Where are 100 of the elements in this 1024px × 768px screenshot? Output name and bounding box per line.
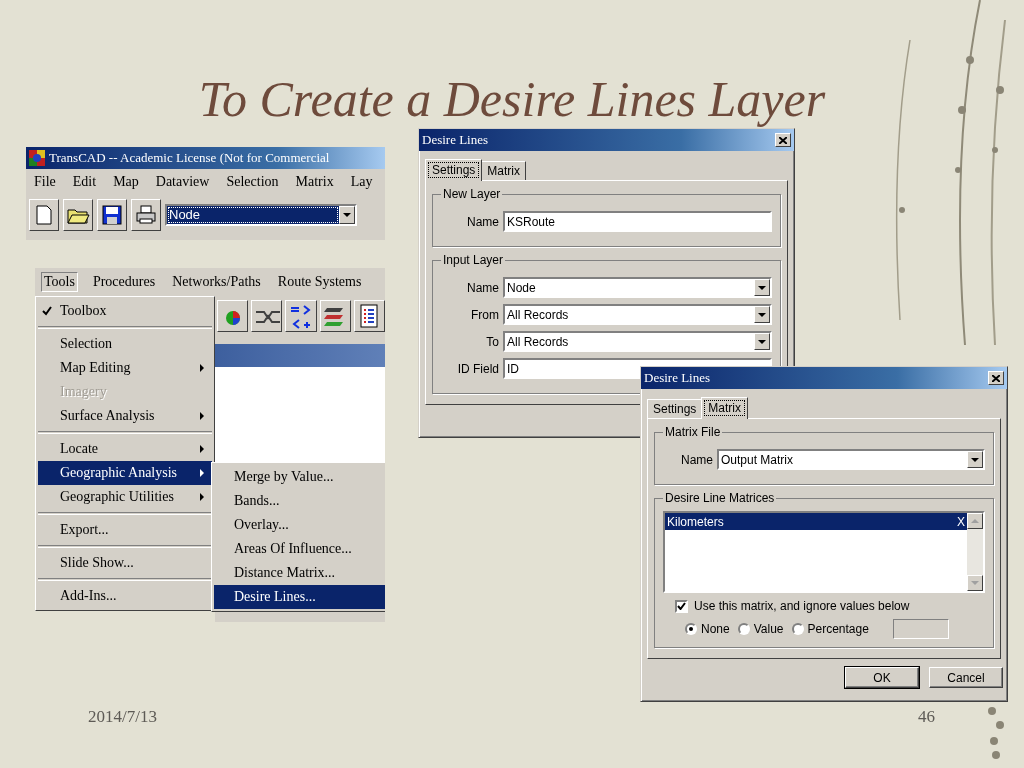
dropdown-field[interactable]: All Records — [503, 331, 772, 352]
dropdown-button[interactable] — [754, 279, 770, 296]
field-label: ID Field — [456, 361, 499, 376]
caret-icon — [971, 457, 979, 462]
toolbar-button[interactable] — [217, 300, 249, 332]
scroll-down-button[interactable] — [967, 575, 983, 591]
menu-item[interactable]: Route Systems — [275, 273, 364, 291]
menu-item[interactable]: Slide Show... — [38, 551, 212, 575]
list-item[interactable]: Kilometers X — [665, 513, 967, 530]
field-label: To — [485, 334, 499, 349]
caret-icon — [758, 285, 766, 290]
radio-button[interactable] — [791, 623, 804, 635]
group-label: Desire Line Matrices — [664, 491, 776, 505]
dialog-title: Desire Lines — [422, 132, 489, 148]
dropdown-field[interactable]: Output Matrix — [717, 449, 985, 470]
menu-item-label: Slide Show... — [60, 555, 134, 571]
menu-item[interactable]: Distance Matrix... — [214, 561, 385, 585]
dropdown-field[interactable]: Node — [503, 277, 772, 298]
menu-item[interactable]: Export... — [38, 518, 212, 542]
menu-item[interactable]: Lay — [348, 173, 375, 191]
menu-item[interactable]: Networks/Paths — [170, 273, 263, 291]
menu-item[interactable]: Map Editing — [38, 356, 212, 380]
radio-label: None — [701, 622, 730, 636]
menu-item[interactable]: Locate — [38, 437, 212, 461]
toolbar-button[interactable] — [285, 300, 317, 332]
menu-item[interactable]: Desire Lines... — [214, 585, 385, 609]
field-value: Node — [507, 280, 536, 295]
tab[interactable]: Matrix — [701, 397, 749, 419]
field-label: Name — [466, 214, 499, 229]
toolbar-button[interactable] — [353, 300, 385, 332]
dropdown-button[interactable] — [754, 306, 770, 323]
menu-item[interactable]: Surface Analysis — [38, 404, 212, 428]
menu-item[interactable]: Overlay... — [214, 513, 385, 537]
list-item-label: Kilometers — [667, 514, 724, 529]
close-button[interactable] — [775, 133, 791, 147]
caret-icon — [971, 581, 979, 585]
field-label: From — [470, 307, 499, 322]
menu-item[interactable]: Dataview — [153, 173, 212, 191]
caret-icon — [758, 339, 766, 344]
radio-button[interactable] — [737, 623, 750, 635]
tab[interactable]: Matrix — [481, 161, 527, 180]
menu-item-label: Map Editing — [60, 360, 131, 376]
radio-label: Percentage — [807, 622, 869, 636]
caret-icon — [971, 519, 979, 523]
tab[interactable]: Settings — [647, 399, 703, 418]
menu-item[interactable]: Procedures — [90, 273, 158, 291]
window-title: TransCAD -- Academic License (Not for Commercial — [49, 150, 330, 166]
menu-item[interactable]: Merge by Value... — [214, 465, 385, 489]
menu-item-label: Locate — [60, 441, 99, 457]
caret-icon — [758, 312, 766, 317]
group-label: Matrix File — [664, 425, 722, 439]
toolbar-button[interactable] — [97, 199, 127, 231]
dropdown-button[interactable] — [339, 206, 355, 224]
menu-item[interactable]: Geographic Analysis — [38, 461, 212, 485]
scroll-up-button[interactable] — [967, 513, 983, 529]
close-button[interactable] — [988, 371, 1004, 385]
menu-item-label: Selection — [60, 336, 113, 352]
checkbox-label: Use this matrix, and ignore values below — [694, 599, 910, 613]
toolbar-button[interactable] — [29, 199, 59, 231]
checkbox[interactable] — [675, 599, 688, 613]
radio-button[interactable] — [685, 623, 697, 635]
menu-item[interactable]: Map — [111, 173, 141, 191]
menu-item[interactable]: Matrix — [293, 173, 336, 191]
ok-button[interactable]: OK — [845, 667, 919, 688]
menu-item-label: Geographic Utilities — [60, 489, 174, 505]
toolbar-button[interactable] — [63, 199, 93, 231]
dropdown-button[interactable] — [967, 451, 983, 468]
field-label: Name — [680, 452, 713, 467]
menu-item[interactable]: File — [32, 173, 58, 191]
dropdown-field[interactable]: All Records — [503, 304, 772, 325]
dropdown-value: Node — [167, 206, 339, 224]
close-icon — [779, 136, 787, 144]
menu-item-label: Toolbox — [60, 303, 107, 319]
menu-item[interactable]: Tools — [41, 272, 78, 292]
layer-dropdown[interactable]: Node — [165, 204, 357, 226]
toolbar-button[interactable] — [319, 300, 351, 332]
menu-item[interactable]: Add-Ins... — [38, 584, 212, 608]
menu-item[interactable]: Bands... — [214, 489, 385, 513]
dropdown-button[interactable] — [754, 333, 770, 350]
slide-title: To Create a Desire Lines Layer — [198, 70, 826, 128]
menu-item-label: Export... — [60, 522, 109, 538]
text-field[interactable]: KSRoute — [503, 211, 772, 232]
toolbar-button[interactable] — [251, 300, 283, 332]
group-label: New Layer — [442, 187, 502, 201]
menu-item[interactable]: Toolbox — [38, 299, 212, 323]
menu-item-label: Add-Ins... — [60, 588, 117, 604]
menu-item[interactable]: Areas Of Influence... — [214, 537, 385, 561]
field-label: Name — [466, 280, 499, 295]
menu-item[interactable]: Geographic Utilities — [38, 485, 212, 509]
toolbar-button[interactable] — [131, 199, 161, 231]
value-field[interactable] — [892, 619, 949, 639]
menu-item[interactable]: Selection — [224, 173, 281, 191]
app-logo-icon — [29, 150, 45, 166]
tab[interactable]: Settings — [425, 159, 483, 181]
slide-number: 46 — [918, 707, 935, 727]
menu-item[interactable]: Edit — [70, 173, 99, 191]
cancel-button[interactable]: Cancel — [929, 667, 1003, 688]
group-label: Input Layer — [442, 253, 505, 267]
menu-item[interactable]: Selection — [38, 332, 212, 356]
printer-icon — [134, 203, 158, 227]
